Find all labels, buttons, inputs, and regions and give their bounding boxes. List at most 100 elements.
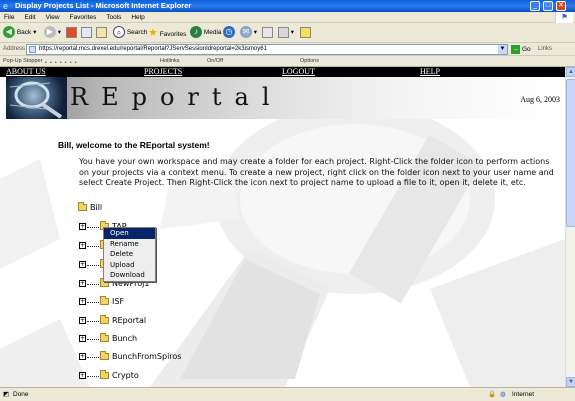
home-icon — [96, 26, 107, 38]
expand-plus-icon[interactable]: + — [79, 223, 86, 230]
refresh-button[interactable] — [81, 26, 92, 40]
menu-help[interactable]: Help — [131, 12, 144, 23]
history-icon: ◷ — [223, 26, 235, 39]
popup-stopper-label: Pop-Up Stopper — [3, 58, 43, 64]
go-button[interactable]: → Go — [511, 44, 531, 55]
links-button[interactable]: Links — [538, 43, 552, 56]
mail-button[interactable]: ✉ ▾ — [240, 26, 257, 40]
scroll-down-icon[interactable]: ▼ — [566, 377, 575, 387]
context-menu-delete[interactable]: Delete — [104, 249, 155, 260]
favorites-button[interactable]: ★ Favorites — [148, 26, 186, 40]
banner-magnifier-image — [6, 77, 67, 119]
folder-icon[interactable] — [100, 296, 109, 305]
nav-help-link[interactable]: HELP — [420, 67, 440, 77]
tree-item-label: BunchFromSpiros — [112, 352, 182, 361]
onoff-button[interactable]: On/Off — [207, 56, 223, 67]
star-icon: ★ — [148, 27, 158, 39]
site-nav: ABOUT US PROJECTS LOGOUT HELP — [0, 67, 565, 77]
expand-plus-icon[interactable]: + — [79, 372, 86, 379]
favorites-label: Favorites — [159, 31, 187, 38]
history-button[interactable]: ◷ — [223, 26, 235, 40]
tree-item-label: ISF — [112, 297, 125, 306]
address-bar: Address https://reportal.mcs.drexel.edu/… — [0, 43, 575, 56]
options-button[interactable]: Options — [300, 56, 319, 67]
forward-arrow-icon: ▶ — [44, 26, 56, 39]
welcome-heading: Bill, welcome to the REportal system! — [58, 140, 210, 150]
context-menu-open[interactable]: Open — [104, 228, 155, 239]
print-icon — [262, 26, 273, 38]
toolbar: ◀ Back ▾ ▶ ▾ ⌕ Search ★ Favorites ♪ Medi… — [0, 23, 575, 43]
media-button[interactable]: ♪ Media — [190, 26, 222, 40]
context-menu-rename[interactable]: Rename — [104, 239, 155, 250]
nav-logout-link[interactable]: LOGOUT — [282, 67, 315, 77]
popup-tool-icons[interactable]: ▪▪▪▪▪▪▪ — [45, 58, 125, 66]
folder-icon[interactable] — [100, 351, 109, 360]
zone-label: Internet — [512, 391, 535, 398]
expand-plus-icon[interactable]: + — [79, 317, 86, 324]
context-menu-upload[interactable]: Upload — [104, 260, 155, 271]
search-icon: ⌕ — [113, 26, 125, 39]
forward-button[interactable]: ▶ ▾ — [44, 26, 61, 40]
status-text: Done — [13, 391, 29, 398]
address-url: https://reportal.mcs.drexel.edu/reportal… — [39, 46, 267, 52]
nav-projects-link[interactable]: PROJECTS — [144, 67, 182, 77]
close-button[interactable]: ✕ — [556, 1, 566, 11]
mail-icon: ✉ — [240, 26, 252, 39]
menu-view[interactable]: View — [46, 12, 60, 23]
expand-plus-icon[interactable]: + — [79, 280, 86, 287]
lock-icon: 🔒 — [488, 391, 497, 398]
back-button[interactable]: ◀ Back ▾ — [3, 26, 36, 40]
address-dropdown-icon[interactable]: ▼ — [498, 45, 507, 54]
media-label: Media — [203, 29, 222, 36]
edit-button[interactable]: ▾ — [278, 26, 294, 40]
search-button[interactable]: ⌕ Search — [113, 26, 147, 40]
messenger-button[interactable] — [300, 26, 311, 40]
tree-item-label: Bunch — [112, 334, 138, 343]
go-arrow-icon: → — [511, 45, 520, 54]
folder-icon[interactable] — [78, 202, 87, 211]
banner-title: REportal — [70, 83, 283, 111]
expand-plus-icon[interactable]: + — [79, 335, 86, 342]
scroll-thumb[interactable] — [566, 79, 575, 227]
intro-text: You have your own workspace and may crea… — [79, 157, 554, 187]
go-label: Go — [522, 46, 531, 53]
hotlinks-button[interactable]: Hotlinks — [160, 56, 180, 67]
expand-plus-icon[interactable]: + — [79, 353, 86, 360]
address-input[interactable]: https://reportal.mcs.drexel.edu/reportal… — [26, 44, 508, 55]
minimize-button[interactable]: _ — [530, 1, 540, 11]
tree-item-label: Crypto — [112, 371, 139, 380]
folder-icon[interactable] — [100, 333, 109, 342]
page-viewport: ABOUT US PROJECTS LOGOUT HELP REportal A… — [0, 67, 565, 387]
expand-plus-icon[interactable]: + — [79, 242, 86, 249]
vertical-scrollbar[interactable]: ▲ ▼ — [565, 67, 575, 387]
menu-edit[interactable]: Edit — [24, 12, 35, 23]
window-title: Display Projects List - Microsoft Intern… — [15, 1, 192, 10]
context-menu: Open Rename Delete Upload Download — [103, 227, 156, 282]
search-label: Search — [126, 29, 148, 36]
home-button[interactable] — [96, 26, 107, 40]
tree-root-user[interactable]: Bill — [78, 202, 102, 213]
menu-tools[interactable]: Tools — [106, 12, 121, 23]
edit-icon — [278, 26, 289, 38]
maximize-button[interactable]: □ — [543, 1, 553, 11]
folder-icon[interactable] — [100, 370, 109, 379]
status-page-icon: ◩ — [3, 391, 10, 398]
menu-favorites[interactable]: Favorites — [70, 12, 97, 23]
print-button[interactable] — [262, 26, 273, 40]
expand-plus-icon[interactable]: + — [79, 298, 86, 305]
context-menu-download[interactable]: Download — [104, 270, 155, 281]
stop-icon — [66, 26, 77, 38]
stop-button[interactable] — [66, 26, 77, 40]
menu-file[interactable]: File — [4, 12, 14, 23]
folder-icon[interactable] — [100, 315, 109, 324]
back-arrow-icon: ◀ — [3, 26, 15, 39]
address-label: Address — [3, 46, 26, 52]
ie-logo-icon: e — [3, 1, 9, 11]
nav-about-link[interactable]: ABOUT US — [6, 67, 46, 77]
expand-plus-icon[interactable]: + — [79, 261, 86, 268]
scroll-up-icon[interactable]: ▲ — [566, 67, 575, 77]
back-label: Back — [16, 29, 32, 36]
popup-stopper-bar: Pop-Up Stopper ▪▪▪▪▪▪▪ Hotlinks On/Off O… — [0, 56, 575, 67]
menu-bar: File Edit View Favorites Tools Help ⚑ — [0, 12, 575, 23]
banner-date: Aug 6, 2003 — [520, 95, 560, 104]
